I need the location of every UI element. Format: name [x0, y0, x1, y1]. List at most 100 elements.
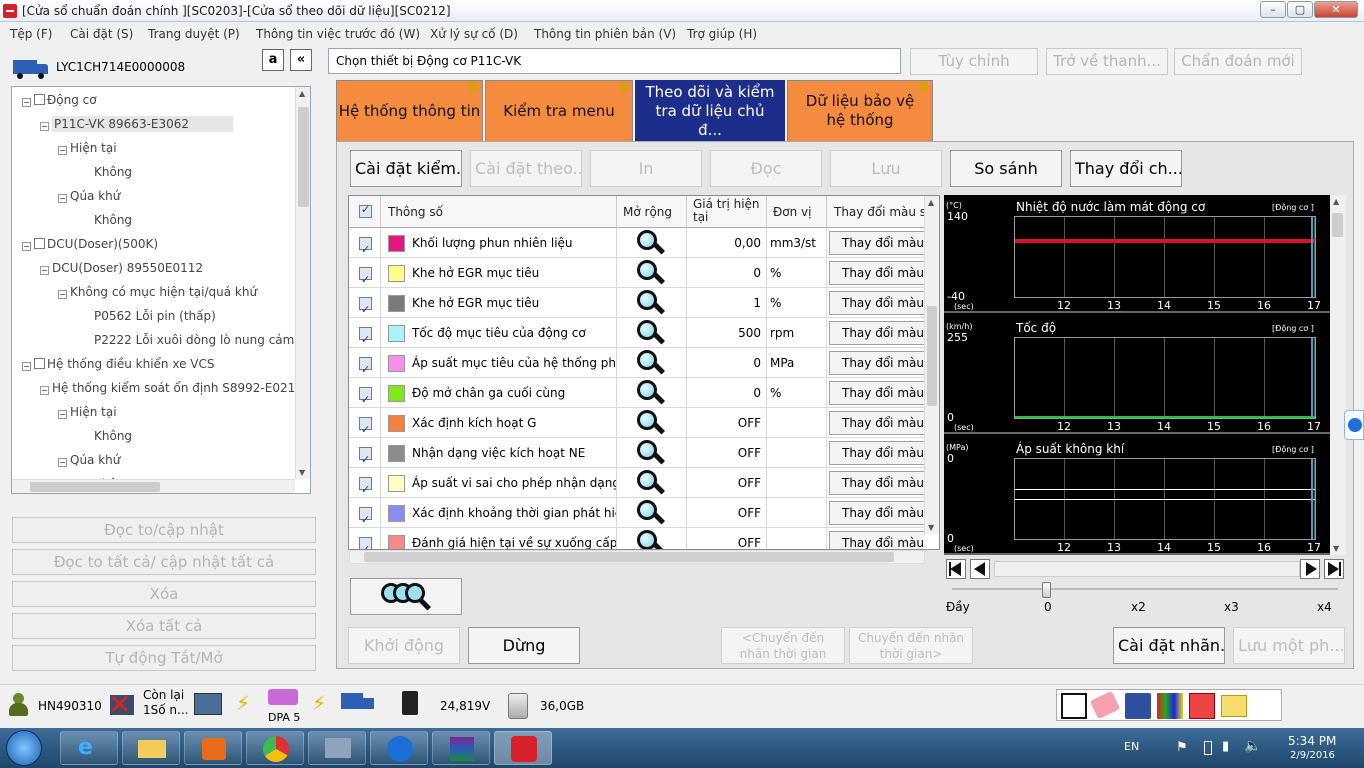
prev-frame-button[interactable] — [970, 559, 990, 579]
menu-file[interactable]: Tệp (F) — [10, 27, 52, 41]
label-settings-button[interactable]: Cài đặt nhãn... — [1113, 627, 1225, 664]
first-frame-button[interactable] — [946, 559, 966, 579]
chart-vertical-scrollbar[interactable]: ▲ ▼ — [1330, 195, 1346, 555]
multi-expand-button[interactable] — [350, 578, 462, 615]
header-unit[interactable]: Đơn vị — [767, 196, 827, 228]
magnifier-icon[interactable] — [635, 379, 666, 408]
menu-settings[interactable]: Cài đặt (S) — [70, 27, 133, 41]
tree-horizontal-scrollbar[interactable] — [12, 479, 295, 493]
menu-previous-info[interactable]: Thông tin việc trước đó (W) — [256, 27, 420, 41]
clock-time[interactable]: 5:34 PM — [1288, 734, 1336, 748]
tree-expander-icon[interactable]: − — [58, 410, 67, 419]
header-param[interactable]: Thông số — [381, 196, 617, 228]
timeline-scrollbar[interactable] — [994, 561, 1300, 577]
header-expand[interactable]: Mở rộng — [617, 196, 687, 228]
font-size-button[interactable]: a — [262, 49, 284, 71]
header-select-all[interactable] — [349, 196, 381, 228]
expand-cell[interactable] — [617, 378, 687, 408]
change-color-button[interactable]: Thay đổi màu s — [829, 501, 925, 525]
clock-date[interactable]: 2/9/2016 — [1290, 750, 1335, 761]
expand-cell[interactable] — [617, 288, 687, 318]
taskbar-media[interactable] — [184, 731, 242, 765]
tree-expander-icon[interactable]: − — [40, 266, 49, 275]
expand-cell[interactable] — [617, 348, 687, 378]
menu-troubleshoot[interactable]: Xử lý sự cố (D) — [430, 27, 518, 41]
compare-button[interactable]: So sánh — [950, 150, 1062, 187]
volume-icon[interactable]: 🔈 — [1244, 738, 1261, 754]
tree-expander-icon[interactable]: − — [40, 386, 49, 395]
row-checkbox[interactable] — [359, 265, 372, 288]
battery-tray-icon[interactable] — [1204, 741, 1212, 755]
table-row[interactable]: Áp suất mục tiêu của hệ thống phun 0MPaTh… — [349, 348, 925, 378]
row-checkbox[interactable] — [359, 475, 372, 498]
row-checkbox[interactable] — [359, 235, 372, 258]
grid-vertical-scrollbar[interactable]: ▲ ▼ — [924, 196, 939, 534]
tree-node[interactable]: Không có mục hiện tại/quá khứ — [70, 285, 257, 299]
tree-node[interactable]: P0562 Lỗi pin (thấp) — [94, 309, 216, 323]
tree-expander-icon[interactable]: − — [58, 194, 67, 203]
tree-node[interactable]: Không — [94, 429, 132, 443]
expand-cell[interactable] — [617, 468, 687, 498]
taskbar-teamviewer[interactable] — [370, 731, 428, 765]
tree-expander-icon[interactable]: − — [58, 146, 67, 155]
row-checkbox[interactable] — [359, 415, 372, 438]
expand-cell[interactable] — [617, 318, 687, 348]
maximize-button[interactable]: ▢ — [1287, 1, 1313, 18]
speed-slider-track[interactable] — [952, 588, 1338, 590]
row-check-cell[interactable] — [349, 318, 381, 348]
pens-icon[interactable] — [1157, 693, 1183, 719]
tree-node[interactable]: P2222 Lỗi xuôi dòng lò nung cảm bi — [94, 333, 309, 347]
read-button[interactable]: Đọc — [710, 150, 822, 187]
row-checkbox[interactable] — [359, 325, 372, 348]
auto-on-off-button[interactable]: Tự động Tắt/Mở — [12, 645, 316, 671]
network-icon[interactable]: ▮ — [1222, 739, 1229, 754]
change-color-button[interactable]: Thay đổi màu s — [829, 531, 925, 549]
magnifier-icon[interactable] — [635, 289, 666, 318]
tree-node[interactable]: Qúa khứ — [70, 189, 120, 203]
expand-cell[interactable] — [617, 528, 687, 549]
row-check-cell[interactable] — [349, 408, 381, 438]
expand-cell[interactable] — [617, 498, 687, 528]
last-frame-button[interactable] — [1324, 559, 1344, 579]
tab-data-monitor[interactable]: Theo dõi và kiểm tra dữ liệu chủ đ... — [635, 80, 785, 142]
expand-cell[interactable] — [617, 438, 687, 468]
table-row[interactable]: Đánh giá hiện tại về sự xuống cấp củ OFF T… — [349, 528, 925, 549]
magnifier-icon[interactable] — [635, 259, 666, 288]
taskbar-explorer[interactable] — [122, 731, 180, 765]
tree-expander-icon[interactable]: − — [22, 98, 31, 107]
change-color-button[interactable]: Thay đổi màu s — [829, 231, 925, 255]
tab-system-info[interactable]: Hệ thống thông tin — [336, 80, 483, 142]
taskbar-chrome[interactable] — [246, 731, 304, 765]
expand-cell[interactable] — [617, 228, 687, 258]
tree-expander-icon[interactable]: − — [58, 290, 67, 299]
tree-node[interactable]: P11C-VK 89663-E3062 — [52, 116, 234, 132]
table-row[interactable]: Xác định khoảng thời gian phát hiện OFF Th… — [349, 498, 925, 528]
pencil-tool-icon[interactable] — [1061, 693, 1087, 719]
row-check-cell[interactable] — [349, 378, 381, 408]
row-check-cell[interactable] — [349, 498, 381, 528]
tree-checkbox[interactable] — [34, 94, 45, 105]
clear-button[interactable]: Xóa — [12, 581, 316, 607]
tab-system-protection-data[interactable]: Dữ liệu bảo vệ hệ thống — [787, 80, 933, 142]
trend-chart[interactable]: (MPa) 0 0 (sec) Áp suất không khí [Động cơ ] 1… — [944, 437, 1330, 555]
prev-time-label-button[interactable]: <Chuyển đến nhãn thời gian — [721, 627, 845, 664]
tree-expander-icon[interactable]: − — [40, 122, 49, 131]
expand-cell[interactable] — [617, 258, 687, 288]
new-diagnosis-button[interactable]: Chẩn đoán mới — [1174, 48, 1302, 75]
eraser-icon[interactable] — [1089, 690, 1121, 720]
folder-icon[interactable] — [1221, 695, 1247, 717]
clear-all-button[interactable]: Xóa tất cả — [12, 613, 316, 639]
read-update-button[interactable]: Đọc to/cập nhật — [12, 517, 316, 543]
table-row[interactable]: Độ mở chân ga cuối cùng 0%Thay đổi màu s — [349, 378, 925, 408]
tree-node[interactable]: Hiện tại — [70, 141, 117, 155]
menu-help[interactable]: Trợ giúp (H) — [687, 27, 757, 41]
row-check-cell[interactable] — [349, 528, 381, 549]
table-row[interactable]: Khối lượng phun nhiên liệu 0,00mm3/stThay… — [349, 228, 925, 258]
next-frame-button[interactable] — [1300, 559, 1320, 579]
tree-checkbox[interactable] — [34, 358, 45, 369]
change-color-button[interactable]: Thay đổi màu s — [829, 411, 925, 435]
table-row[interactable]: Nhận dạng việc kích hoạt NE OFF Thay đổi m… — [349, 438, 925, 468]
magnifier-icon[interactable] — [635, 439, 666, 468]
minimize-button[interactable]: – — [1260, 1, 1286, 18]
change-color-button[interactable]: Thay đổi màu s — [829, 291, 925, 315]
